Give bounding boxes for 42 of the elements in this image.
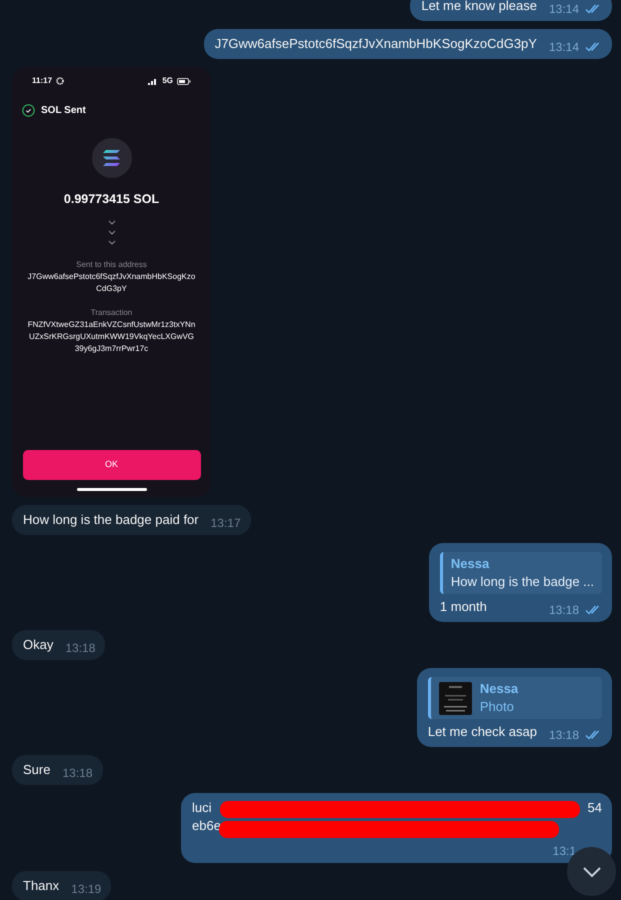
message-text: 54 [588, 799, 602, 817]
chevrons-down-icon [108, 218, 116, 247]
message-text: How long is the badge paid for [23, 511, 199, 529]
message-text: Let me know please [421, 0, 537, 15]
battery-icon [177, 78, 191, 84]
reply-quote[interactable]: Nessa Photo [428, 677, 602, 719]
reply-author: Nessa [480, 680, 518, 698]
network-label: 5G [162, 75, 173, 87]
message-time: 13:14 [548, 39, 579, 56]
address-text: J7Gww6afsePstotc6fSqzfJvXnambHbKSogKzoCdG3pY [28, 270, 196, 295]
message-text: Sure [23, 761, 50, 779]
message-time: 13:18 [548, 602, 579, 619]
token-logo-icon [92, 138, 132, 178]
reply-quote[interactable]: Nessa How long is the badge ... [440, 552, 602, 594]
amount-text: 0.99773415 SOL [64, 191, 160, 208]
message-time: 13:1 [552, 843, 576, 860]
message-time: 13:18 [65, 640, 96, 657]
message-time: 13:18 [548, 727, 579, 744]
chevron-down-icon [582, 866, 602, 878]
screen-title: SOL Sent [41, 104, 86, 118]
message-time: 13:18 [62, 765, 92, 782]
home-indicator [76, 488, 146, 491]
signal-icon [148, 78, 158, 84]
message-text: J7Gww6afsePstotc6fSqzfJvXnambHbKSogKzoCdG3pY [214, 35, 537, 53]
message-text: 1 month [440, 598, 487, 616]
transaction-hash: FNZfVXtweGZ31aEnkVZCsnfUstwMr1z3txYNnUZxSrKRGsrgUXutmKWW19VkqYecLXGwVG39y6gJ3m7rrPwr17c [28, 318, 196, 355]
reply-text: How long is the badge ... [450, 573, 594, 591]
message-text: eb6e [192, 817, 221, 835]
field-label: Transaction [90, 306, 132, 319]
check-circle-icon [22, 104, 35, 117]
status-clock: 11:17 [32, 75, 52, 87]
message-text: Okay [23, 636, 54, 654]
reply-author: Nessa [450, 555, 490, 573]
message-time: 13:17 [210, 515, 241, 532]
message-text: Let me check asap [428, 723, 537, 741]
message-time: 13:19 [71, 881, 102, 898]
message-text: luci [192, 799, 212, 817]
reply-text: Photo [480, 698, 515, 716]
message-text: Thanx [23, 877, 60, 895]
field-label: Sent to this address [76, 258, 147, 271]
ok-button[interactable]: OK [22, 450, 200, 480]
message-time: 13:14 [548, 1, 579, 18]
